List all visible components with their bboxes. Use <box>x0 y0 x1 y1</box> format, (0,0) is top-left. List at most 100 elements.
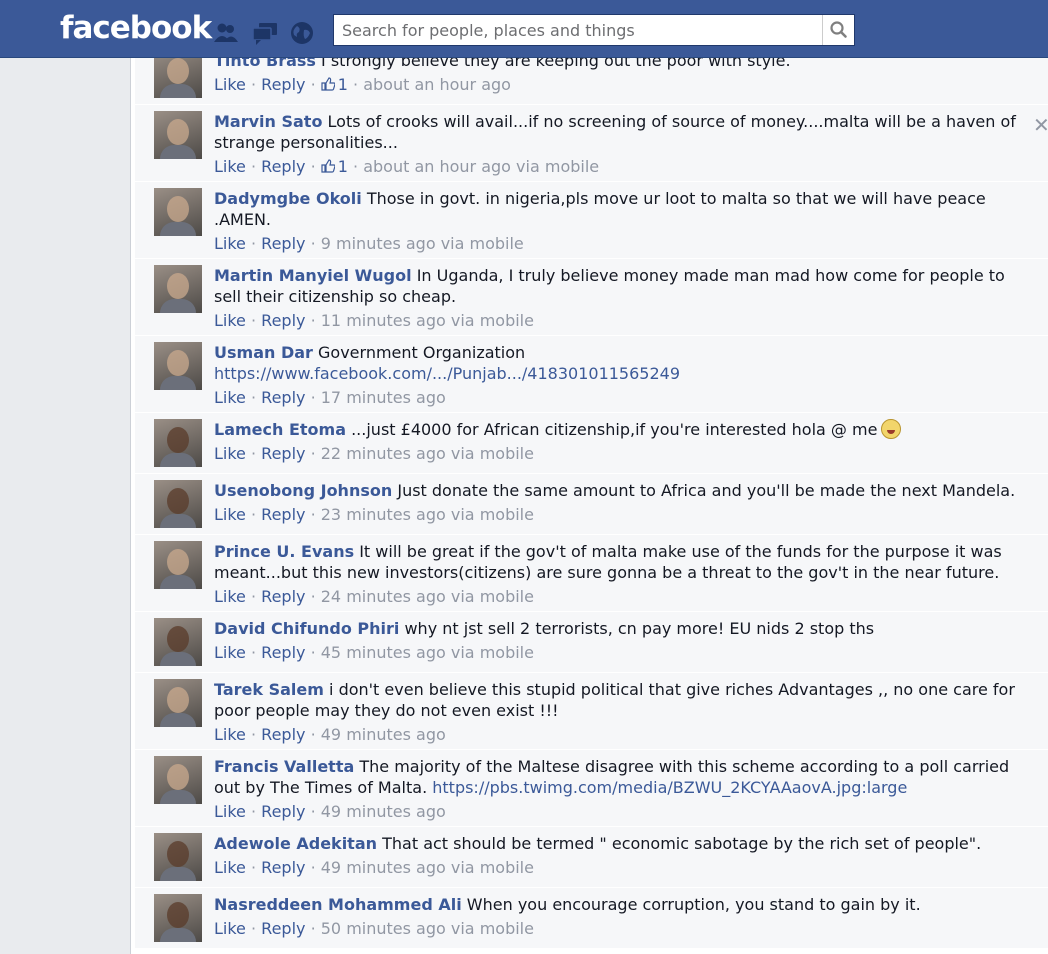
comment-body: Tarek Salem i don't even believe this st… <box>214 679 1048 721</box>
like-link[interactable]: Like <box>214 587 246 606</box>
avatar[interactable] <box>154 756 202 804</box>
avatar[interactable] <box>154 679 202 727</box>
avatar[interactable] <box>154 342 202 390</box>
comment-timestamp[interactable]: 24 minutes ago via mobile <box>321 587 534 606</box>
separator: · <box>305 157 321 176</box>
like-count[interactable]: 1 <box>321 157 348 176</box>
like-link[interactable]: Like <box>214 858 246 877</box>
like-link[interactable]: Like <box>214 388 246 407</box>
like-link[interactable]: Like <box>214 643 246 662</box>
comment-author[interactable]: Marvin Sato <box>214 112 322 131</box>
money-mouth-emoji-icon <box>881 419 902 439</box>
comment-author[interactable]: Nasreddeen Mohammed Ali <box>214 895 462 914</box>
reply-link[interactable]: Reply <box>261 444 305 463</box>
like-link[interactable]: Like <box>214 802 246 821</box>
avatar[interactable] <box>154 480 202 528</box>
comment-timestamp[interactable]: about an hour ago <box>363 75 511 94</box>
close-icon[interactable]: ✕ <box>1033 113 1048 137</box>
comment-timestamp[interactable]: 50 minutes ago via mobile <box>321 919 534 938</box>
comment-timestamp[interactable]: 45 minutes ago via mobile <box>321 643 534 662</box>
reply-link[interactable]: Reply <box>261 643 305 662</box>
reply-link[interactable]: Reply <box>261 858 305 877</box>
reply-link[interactable]: Reply <box>261 234 305 253</box>
comment-author[interactable]: Dadymgbe Okoli <box>214 189 362 208</box>
comment-timestamp[interactable]: 22 minutes ago via mobile <box>321 444 534 463</box>
comment-link[interactable]: https://pbs.twimg.com/media/BZWU_2KCYAAa… <box>432 778 907 797</box>
comment-actions: Like · Reply · 1 · about an hour ago via… <box>214 156 1048 177</box>
comment-item: Martin Manyiel Wugol In Uganda, I truly … <box>135 259 1048 336</box>
like-link[interactable]: Like <box>214 311 246 330</box>
avatar[interactable] <box>154 419 202 467</box>
comment-author[interactable]: Tinto Brass <box>214 57 316 70</box>
comment-author[interactable]: Usman Dar <box>214 343 313 362</box>
comment-timestamp[interactable]: 17 minutes ago <box>321 388 446 407</box>
search-button[interactable] <box>822 15 854 45</box>
reply-link[interactable]: Reply <box>261 802 305 821</box>
like-link[interactable]: Like <box>214 725 246 744</box>
search-input[interactable] <box>334 15 822 45</box>
avatar[interactable] <box>154 265 202 313</box>
reply-link[interactable]: Reply <box>261 388 305 407</box>
comment-author[interactable]: Tarek Salem <box>214 680 324 699</box>
facebook-logo[interactable]: facebook <box>60 10 212 46</box>
like-link[interactable]: Like <box>214 75 246 94</box>
reply-link[interactable]: Reply <box>261 587 305 606</box>
like-link[interactable]: Like <box>214 444 246 463</box>
comment-item: Usman Dar Government Organization https:/… <box>135 336 1048 413</box>
separator: · <box>245 858 262 877</box>
comment-author[interactable]: Prince U. Evans <box>214 542 354 561</box>
comment-author[interactable]: Adewole Adekitan <box>214 834 377 853</box>
comment-text: I strongly believe they are keeping out … <box>321 57 791 70</box>
comment-author[interactable]: Lamech Etoma <box>214 420 346 439</box>
like-count[interactable]: 1 <box>321 75 348 94</box>
comment-item: Nasreddeen Mohammed Ali When you encoura… <box>135 888 1048 949</box>
avatar[interactable] <box>154 57 202 98</box>
comment-item: Francis Valletta The majority of the Mal… <box>135 750 1048 827</box>
separator: · <box>245 444 262 463</box>
comment-timestamp[interactable]: about an hour ago via mobile <box>363 157 599 176</box>
comment-actions: Like · Reply · 49 minutes ago via mobile <box>214 857 1048 878</box>
reply-link[interactable]: Reply <box>261 919 305 938</box>
comment-text: why nt jst sell 2 terrorists, cn pay mor… <box>404 619 875 638</box>
separator: · <box>245 725 262 744</box>
avatar[interactable] <box>154 541 202 589</box>
notifications-globe-icon[interactable] <box>289 20 315 46</box>
comment-author[interactable]: Usenobong Johnson <box>214 481 392 500</box>
like-link[interactable]: Like <box>214 505 246 524</box>
avatar[interactable] <box>154 111 202 159</box>
comment-item: Marvin Sato Lots of crooks will avail...… <box>135 105 1048 182</box>
reply-link[interactable]: Reply <box>261 75 305 94</box>
reply-link[interactable]: Reply <box>261 311 305 330</box>
separator: · <box>305 234 321 253</box>
comment-body: Prince U. Evans It will be great if the … <box>214 541 1048 583</box>
comment-timestamp[interactable]: 11 minutes ago via mobile <box>321 311 534 330</box>
comment-timestamp[interactable]: 49 minutes ago <box>321 802 446 821</box>
comment-author[interactable]: David Chifundo Phiri <box>214 619 399 638</box>
separator: · <box>305 505 321 524</box>
comment-author[interactable]: Francis Valletta <box>214 757 354 776</box>
comment-timestamp[interactable]: 49 minutes ago <box>321 725 446 744</box>
comment-link[interactable]: https://www.facebook.com/.../Punjab.../4… <box>214 364 680 383</box>
comment-text: When you encourage corruption, you stand… <box>466 895 921 914</box>
like-link[interactable]: Like <box>214 234 246 253</box>
comment-timestamp[interactable]: 49 minutes ago via mobile <box>321 858 534 877</box>
comment-author[interactable]: Martin Manyiel Wugol <box>214 266 412 285</box>
reply-link[interactable]: Reply <box>261 505 305 524</box>
avatar[interactable] <box>154 618 202 666</box>
separator: · <box>305 919 321 938</box>
friend-requests-icon[interactable] <box>213 20 239 46</box>
comment-actions: Like · Reply · 1 · about an hour ago <box>214 74 1048 95</box>
avatar[interactable] <box>154 188 202 236</box>
separator: · <box>305 444 321 463</box>
avatar[interactable] <box>154 894 202 942</box>
comment-timestamp[interactable]: 23 minutes ago via mobile <box>321 505 534 524</box>
separator: · <box>305 587 321 606</box>
reply-link[interactable]: Reply <box>261 725 305 744</box>
comment-timestamp[interactable]: 9 minutes ago via mobile <box>321 234 524 253</box>
separator: · <box>245 587 262 606</box>
avatar[interactable] <box>154 833 202 881</box>
reply-link[interactable]: Reply <box>261 157 305 176</box>
like-link[interactable]: Like <box>214 157 246 176</box>
like-link[interactable]: Like <box>214 919 246 938</box>
messages-icon[interactable] <box>251 20 277 46</box>
